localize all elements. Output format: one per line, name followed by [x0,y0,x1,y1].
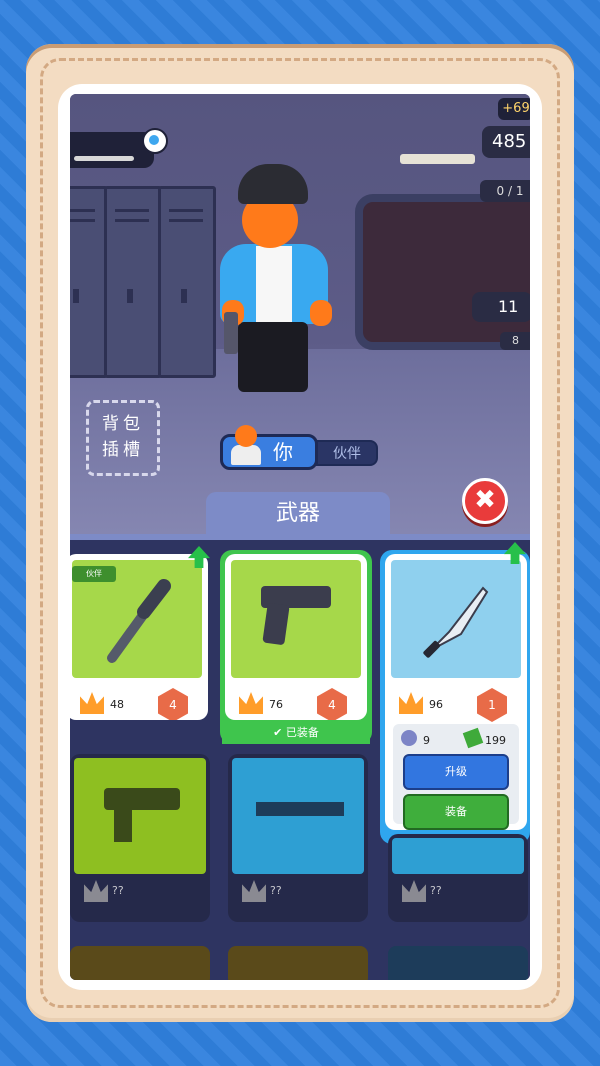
phone-bezel: +69 485 0 / 1 11 8 背包 插槽 你 伙伴 ✖ 武器 伙伴 48… [58,84,542,990]
close-icon: ✖ [474,485,496,515]
locker [158,186,216,378]
coin-gain-badge: +69 [498,98,530,120]
player-character [220,164,350,404]
character-toggle: 你 伙伴 [220,425,378,470]
locker-room-scene: +69 485 0 / 1 11 8 背包 插槽 [70,94,530,549]
partner-tag: 伙伴 [72,566,116,582]
progress-counter: 0 / 1 [480,180,530,202]
locked-card-smg[interactable]: ?? [70,754,210,922]
power-value: 96 [429,698,443,711]
you-tab[interactable]: 你 [220,425,318,470]
you-tab-label: 你 [273,440,293,464]
magnifier-icon[interactable] [142,128,168,154]
level-badge: 4 [317,688,347,720]
weapon-card-pistol[interactable]: 76 4 [225,554,367,720]
close-button[interactable]: ✖ [462,478,508,524]
weapon-image [392,838,524,874]
power-value: 48 [110,698,124,711]
locked-label: ?? [270,884,282,897]
gear-counter: 11 [472,292,530,322]
partner-tab[interactable]: 伙伴 [316,440,378,466]
pistol-icon [224,312,238,354]
level-badge: 4 [158,688,188,720]
locked-label: ?? [112,884,124,897]
locked-label: ?? [430,884,442,897]
gear-sub-counter: 8 [500,332,530,350]
weapon-image [232,758,364,874]
equipped-status: ✔ 已装备 [222,722,370,744]
weapon-image [74,758,206,874]
smg-silhouette-icon [104,788,180,810]
power-icon [239,692,263,714]
game-screen: +69 485 0 / 1 11 8 背包 插槽 你 伙伴 ✖ 武器 伙伴 48… [70,94,530,980]
avatar [229,425,261,469]
weapon-card-knife[interactable]: 96 1 9 199 升级 装备 [385,554,527,830]
rifle-silhouette-icon [256,802,344,816]
power-icon [84,880,108,902]
locked-card-partial [70,946,210,980]
power-value: 76 [269,698,283,711]
locked-card-partial [388,946,528,980]
backpack-slot[interactable]: 背包 插槽 [86,400,160,476]
locker [104,186,162,378]
power-icon [80,692,104,714]
level-badge: 1 [477,688,507,722]
locked-card-partial [228,946,368,980]
weapon-card-bat[interactable]: 伙伴 48 4 [70,554,208,720]
power-icon [242,880,266,902]
equip-button[interactable]: 装备 [403,794,509,830]
gear-cost: 9 [423,734,430,747]
locked-card-rifle[interactable]: ?? [228,754,368,922]
ceiling-light [400,154,475,164]
cash-cost: 199 [485,734,506,747]
power-icon [399,692,423,714]
locked-card-unknown[interactable]: ?? [388,834,528,922]
knife-icon [423,586,489,658]
weapon-image [391,560,521,678]
weapon-image [231,560,361,678]
gear-icon [401,730,417,746]
coin-counter: 485 [482,126,530,158]
pistol-icon [261,586,331,645]
power-icon [402,880,426,902]
tab-weapons[interactable]: 武器 [206,492,390,536]
locker [70,186,108,378]
wall-screen [355,194,530,350]
upgrade-button[interactable]: 升级 [403,754,509,790]
